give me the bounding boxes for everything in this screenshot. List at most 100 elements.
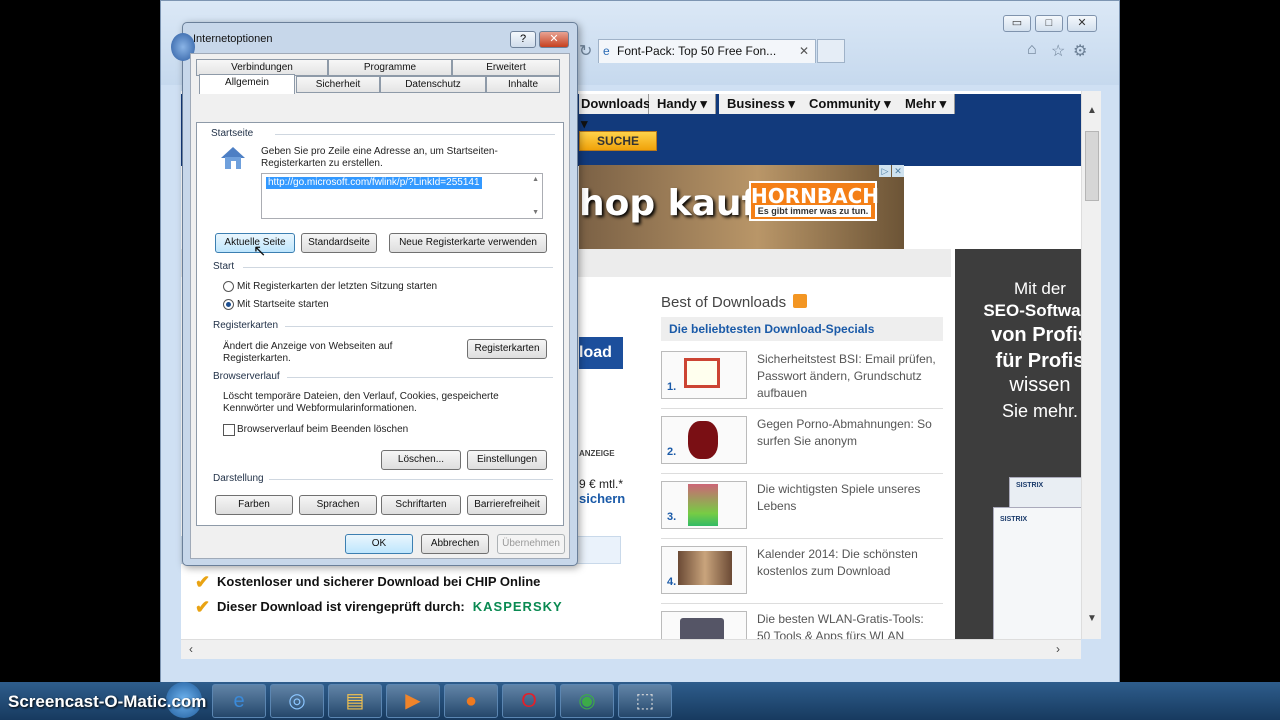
hornbach-ad[interactable]: hop kaufen. HORNBACH Es gibt immer was z…	[579, 165, 904, 249]
homepage-url-textarea[interactable]: http://go.microsoft.com/fwlink/p/?LinkId…	[261, 173, 543, 219]
startseite-desc-2: Registerkarten zu erstellen.	[261, 158, 383, 169]
promo-line-1: ✔ Kostenloser und sicherer Download bei C…	[195, 572, 541, 592]
watermark: Screencast-O-Matic.com	[8, 692, 207, 711]
figure-image	[688, 421, 718, 459]
refresh-icon[interactable]: ↻	[579, 41, 592, 61]
tabs-settings-button[interactable]: Registerkarten	[467, 339, 547, 359]
download-number: 4.	[667, 576, 677, 588]
radio-homepage[interactable]	[223, 299, 234, 310]
search-button[interactable]: SUCHE	[579, 131, 657, 151]
delete-on-exit-checkbox[interactable]	[223, 424, 235, 436]
check-icon: ✔	[195, 597, 211, 617]
list-item[interactable]: 1. Sicherheitstest BSI: Email prüfen, Pa…	[661, 349, 943, 409]
tab-inhalte[interactable]: Inhalte	[486, 76, 560, 93]
list-item[interactable]: 4. Kalender 2014: Die schönsten kostenlo…	[661, 544, 943, 604]
download-thumbnail	[661, 611, 747, 639]
seo-line: wissen	[1009, 374, 1071, 396]
download-number: 2.	[667, 446, 677, 458]
firefox-icon[interactable]: ●	[444, 684, 498, 718]
seo-line: für Profis	[995, 350, 1085, 372]
download-title: Die besten WLAN-Gratis-Tools: 50 Tools &…	[757, 612, 924, 639]
download-number: 3.	[667, 511, 677, 523]
list-item[interactable]: 5. Die besten WLAN-Gratis-Tools: 50 Tool…	[661, 609, 943, 639]
ie-icon[interactable]: e	[212, 684, 266, 718]
scroll-thumb[interactable]	[1085, 131, 1099, 201]
radio-last-session[interactable]	[223, 281, 234, 292]
seo-line: SEO-Software	[983, 301, 1097, 320]
ad-info-icon[interactable]: ▷	[879, 165, 891, 177]
opera-icon[interactable]: O	[502, 684, 556, 718]
fonts-button[interactable]: Schriftarten	[381, 495, 461, 515]
best-of-title: Best of Downloads	[661, 294, 787, 311]
new-tab-button[interactable]	[817, 39, 845, 63]
apply-button[interactable]: Übernehmen	[497, 534, 565, 554]
registerkarten-desc-2: Registerkarten.	[223, 353, 291, 364]
internet-options-dialog: Internetoptionen ? ✕ Verbindungen Progra…	[171, 22, 578, 566]
dialog-close-button[interactable]: ✕	[539, 31, 569, 48]
radio-last-session-label[interactable]: Mit Registerkarten der letzten Sitzung s…	[237, 281, 437, 293]
list-item[interactable]: 2. Gegen Porno-Abmahnungen: So surfen Si…	[661, 414, 943, 474]
download-title: Kalender 2014: Die schönsten kostenlos z…	[757, 547, 918, 578]
calendar-image	[678, 551, 732, 585]
tab-programme[interactable]: Programme	[328, 59, 452, 76]
promo-line-2: ✔ Dieser Download ist virengeprüft durch:…	[195, 597, 563, 617]
chrome-icon[interactable]: ◉	[560, 684, 614, 718]
maximize-button[interactable]: □	[1035, 15, 1063, 32]
nav-downloads[interactable]: Downloads ▾	[579, 94, 650, 131]
delete-history-button[interactable]: Löschen...	[381, 450, 461, 470]
best-of-subtitle[interactable]: Die beliebtesten Download-Specials	[661, 317, 943, 341]
tab-sicherheit[interactable]: Sicherheit	[296, 76, 380, 93]
nav-community[interactable]: Community ▾	[801, 94, 900, 114]
sistrix-ad[interactable]: Mit der SEO-Software von Profis für Prof…	[955, 249, 1101, 639]
tab-close-icon[interactable]: ✕	[799, 40, 809, 62]
wlan-icon	[680, 618, 724, 639]
warning-icon	[684, 358, 720, 388]
home-icon[interactable]: ⌂	[1027, 41, 1037, 59]
nav-handy[interactable]: Handy ▾	[649, 94, 716, 114]
verlauf-desc-1: Löscht temporäre Dateien, den Verlauf, C…	[223, 391, 499, 402]
vertical-scrollbar[interactable]: ▲ ▼	[1081, 91, 1101, 639]
ad-close-icon[interactable]: ✕	[892, 165, 904, 177]
dialog-title: Internetoptionen	[193, 33, 273, 45]
rss-icon[interactable]	[793, 294, 807, 308]
snipping-icon[interactable]: ⬚	[618, 684, 672, 718]
horizontal-scrollbar[interactable]: ‹ ›	[181, 639, 1081, 659]
languages-button[interactable]: Sprachen	[299, 495, 377, 515]
ie-tab-icon: e	[603, 44, 610, 58]
nav-mehr[interactable]: Mehr ▾	[897, 94, 956, 114]
default-page-button[interactable]: Standardseite	[301, 233, 377, 253]
colors-button[interactable]: Farben	[215, 495, 293, 515]
gear-icon[interactable]: ⚙	[1073, 41, 1087, 61]
star-icon[interactable]: ☆	[1051, 41, 1065, 61]
mouse-cursor-icon: ↖	[253, 243, 267, 260]
browser-tab[interactable]: e Font-Pack: Top 50 Free Fon... ✕	[598, 39, 816, 63]
section-title-darstellung: Darstellung	[213, 473, 264, 484]
folder-icon[interactable]: ▤	[328, 684, 382, 718]
tab-datenschutz[interactable]: Datenschutz	[380, 76, 486, 93]
delete-on-exit-label[interactable]: Browserverlauf beim Beenden löschen	[237, 424, 408, 436]
new-tab-page-button[interactable]: Neue Registerkarte verwenden	[389, 233, 547, 253]
section-title-startseite: Startseite	[211, 128, 254, 139]
nav-business[interactable]: Business ▾	[719, 94, 804, 114]
minimize-button[interactable]: ▭	[1003, 15, 1031, 32]
tab-panel-allgemein: Startseite Geben Sie pro Zeile eine Adre…	[196, 122, 564, 526]
section-title-start: Start	[213, 261, 235, 272]
download-number: 1.	[667, 381, 677, 393]
download-title: Die wichtigsten Spiele unseres Lebens	[757, 482, 921, 513]
media-player-icon[interactable]: ▶	[386, 684, 440, 718]
safari-icon[interactable]: ◎	[270, 684, 324, 718]
download-title: Gegen Porno-Abmahnungen: So surfen Sie a…	[757, 417, 932, 448]
verlauf-desc-2: Kennwörter und Webformularinformationen.	[223, 403, 417, 414]
history-settings-button[interactable]: Einstellungen	[467, 450, 547, 470]
close-button[interactable]: ✕	[1067, 15, 1097, 32]
cancel-button[interactable]: Abbrechen	[421, 534, 489, 554]
list-item[interactable]: 3. Die wichtigsten Spiele unseres Lebens	[661, 479, 943, 539]
tab-allgemein[interactable]: Allgemein	[199, 74, 295, 94]
section-title-browserverlauf: Browserverlauf	[213, 371, 280, 382]
help-button[interactable]: ?	[510, 31, 536, 48]
tab-erweitert[interactable]: Erweitert	[452, 59, 560, 76]
ok-button[interactable]: OK	[345, 534, 413, 554]
startseite-desc-1: Geben Sie pro Zeile eine Adresse an, um …	[261, 146, 498, 157]
accessibility-button[interactable]: Barrierefreiheit	[467, 495, 547, 515]
radio-homepage-label[interactable]: Mit Startseite starten	[237, 299, 329, 311]
